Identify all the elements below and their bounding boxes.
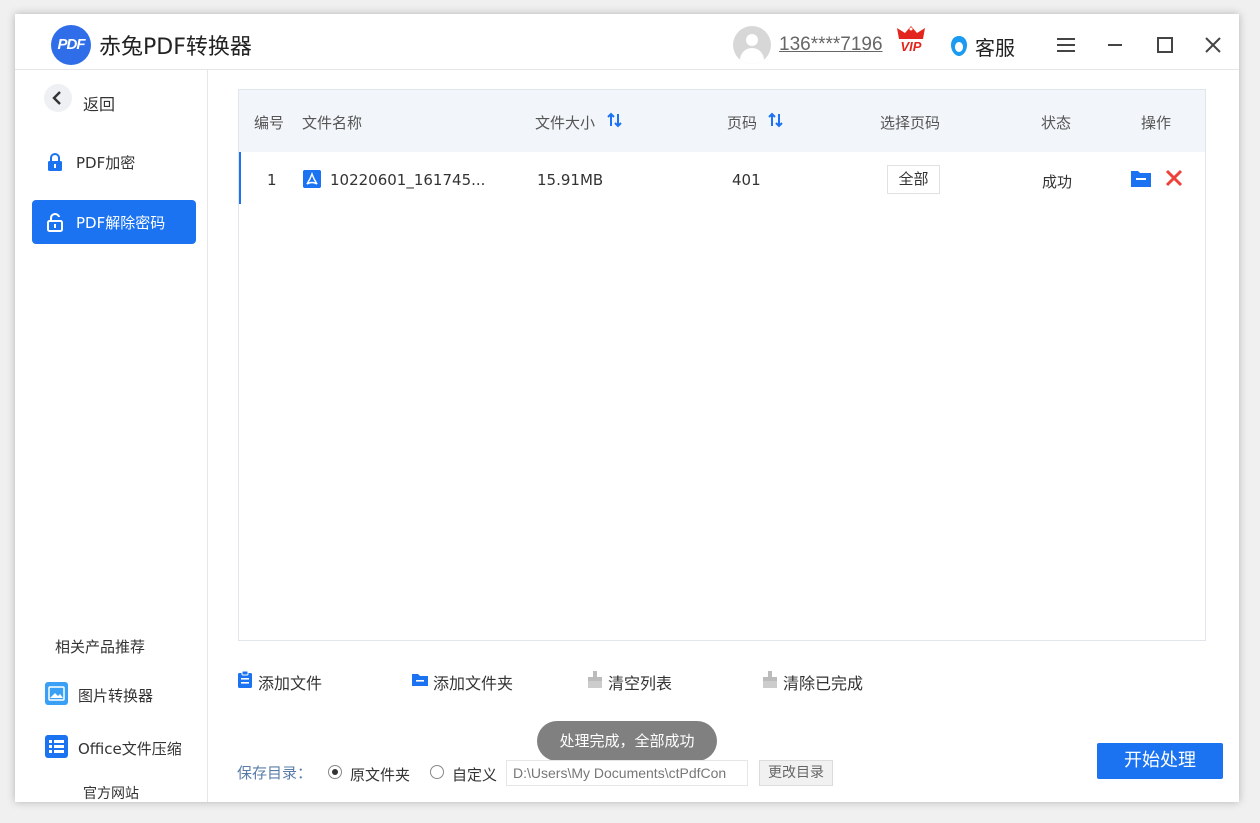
change-directory-button[interactable]: 更改目录 xyxy=(759,760,833,786)
sort-icon[interactable] xyxy=(767,111,785,129)
add-file-label: 添加文件 xyxy=(258,674,323,693)
clipboard-icon xyxy=(238,671,252,688)
toast-message: 处理完成，全部成功 xyxy=(537,721,717,761)
chevron-left-icon xyxy=(52,91,61,105)
header-file-name: 文件名称 xyxy=(302,114,363,132)
vip-label: VIP xyxy=(900,39,922,54)
back-label[interactable]: 返回 xyxy=(83,91,115,115)
app-logo: PDF xyxy=(51,25,91,65)
cell-file-name: 10220601_161745... xyxy=(330,171,486,189)
file-table: 编号 文件名称 文件大小 页码 选择页码 状态 操作 1 10220601_16… xyxy=(238,89,1206,641)
folder-icon xyxy=(412,674,428,686)
save-path-input[interactable]: D:\Users\My Documents\ctPdfCon xyxy=(506,760,748,786)
user-avatar[interactable] xyxy=(733,26,771,64)
app-window: PDF 赤兔PDF转换器 136****7196 VIP 客服 返回 PDF加密… xyxy=(15,14,1239,802)
official-site-link[interactable]: 官方网站 xyxy=(83,783,139,803)
maximize-icon[interactable] xyxy=(1154,34,1176,56)
header-index: 编号 xyxy=(254,114,285,132)
crown-icon xyxy=(897,26,925,39)
vip-badge[interactable]: VIP xyxy=(895,26,927,58)
radio-custom[interactable] xyxy=(430,765,444,779)
pdf-file-icon xyxy=(303,170,321,188)
list-icon xyxy=(45,735,68,758)
back-button[interactable] xyxy=(44,84,72,112)
image-icon xyxy=(45,682,68,705)
sidebar-item-label: PDF加密 xyxy=(76,154,136,172)
open-folder-icon[interactable] xyxy=(1131,169,1151,187)
cell-file-size: 15.91MB xyxy=(537,171,604,189)
save-directory-label: 保存目录： xyxy=(237,764,313,782)
cell-status: 成功 xyxy=(1042,173,1073,191)
product-label: Office文件压缩 xyxy=(78,740,182,758)
clear-done-label: 清除已完成 xyxy=(783,674,864,693)
menu-icon[interactable] xyxy=(1055,34,1077,56)
related-products-title: 相关产品推荐 xyxy=(55,638,146,656)
sort-icon[interactable] xyxy=(606,111,624,129)
header-select-pages: 选择页码 xyxy=(880,114,941,132)
cell-pages: 401 xyxy=(732,171,761,189)
minimize-icon[interactable] xyxy=(1104,34,1126,56)
header-actions: 操作 xyxy=(1141,114,1172,132)
customer-service-icon[interactable] xyxy=(949,35,969,57)
select-pages-button[interactable]: 全部 xyxy=(887,165,940,194)
unlock-icon xyxy=(47,212,63,232)
sidebar: 返回 PDF加密 PDF解除密码 相关产品推荐 图片转换器 Office文件压缩… xyxy=(15,70,208,802)
radio-original-folder[interactable] xyxy=(328,765,342,779)
app-title: 赤兔PDF转换器 xyxy=(99,35,252,60)
close-icon[interactable] xyxy=(1202,34,1224,56)
product-image-converter[interactable]: 图片转换器 xyxy=(45,682,205,708)
customer-service-label[interactable]: 客服 xyxy=(975,32,1015,61)
product-label: 图片转换器 xyxy=(78,687,154,705)
product-office-compress[interactable]: Office文件压缩 xyxy=(45,735,205,761)
radio-custom-label[interactable]: 自定义 xyxy=(452,764,497,785)
header-pages[interactable]: 页码 xyxy=(727,112,757,133)
sidebar-item-label: PDF解除密码 xyxy=(76,214,166,232)
table-header: 编号 文件名称 文件大小 页码 选择页码 状态 操作 xyxy=(239,90,1205,152)
clear-list-label: 清空列表 xyxy=(608,674,673,693)
add-folder-label: 添加文件夹 xyxy=(433,674,514,693)
title-bar: PDF 赤兔PDF转换器 136****7196 VIP 客服 xyxy=(15,14,1239,70)
lock-icon xyxy=(48,152,62,171)
sidebar-item-pdf-remove-password[interactable]: PDF解除密码 xyxy=(32,200,196,244)
header-status: 状态 xyxy=(1041,114,1072,132)
sidebar-item-pdf-encrypt[interactable]: PDF加密 xyxy=(32,140,196,184)
user-id-link[interactable]: 136****7196 xyxy=(779,34,883,56)
delete-icon[interactable] xyxy=(1165,169,1183,187)
broom-icon xyxy=(588,671,602,688)
cell-index: 1 xyxy=(267,171,277,189)
broom-icon xyxy=(763,671,777,688)
table-row[interactable]: 1 10220601_161745... 15.91MB 401 全部 成功 xyxy=(239,152,1205,204)
start-processing-button[interactable]: 开始处理 xyxy=(1097,743,1223,779)
radio-original-folder-label[interactable]: 原文件夹 xyxy=(350,764,410,785)
header-file-size[interactable]: 文件大小 xyxy=(535,112,595,133)
